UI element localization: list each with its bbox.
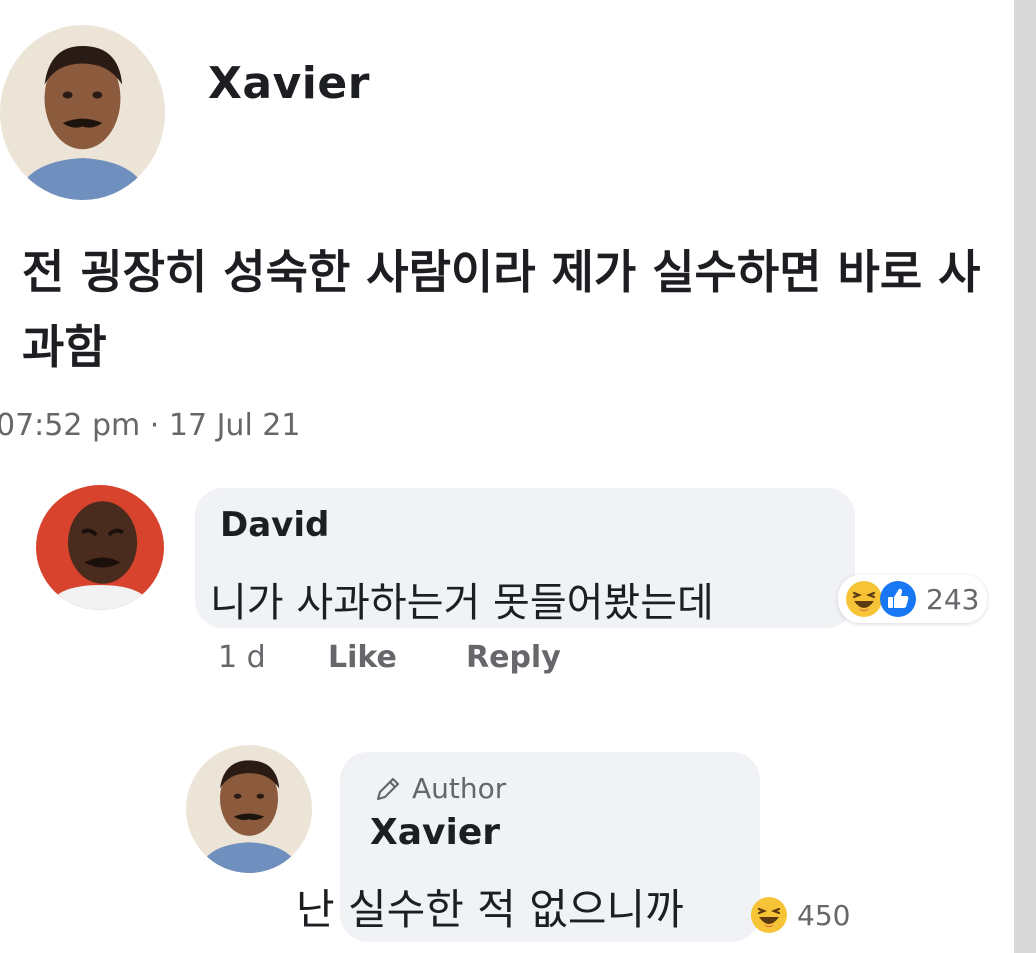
reply-author-avatar[interactable] [186, 745, 312, 873]
person-avatar-image [186, 745, 312, 873]
reply-reactions[interactable]: 450 [745, 893, 856, 937]
post-author-name[interactable]: Xavier [208, 58, 370, 109]
crying-face-avatar-image [36, 485, 164, 610]
post-body-text: 전 굉장히 성숙한 사람이라 제가 실수하면 바로 사과함 [22, 245, 981, 374]
like-icon [880, 581, 916, 617]
commenter-avatar[interactable] [36, 485, 164, 610]
person-avatar-image [0, 25, 165, 200]
like-button[interactable]: Like [328, 640, 466, 675]
comment-reactions[interactable]: 243 [838, 575, 988, 623]
post-timestamp: 07:52 pm · 17 Jul 21 [0, 408, 301, 443]
reply-reaction-count: 450 [797, 898, 851, 932]
reply-button[interactable]: Reply [466, 640, 561, 675]
comment-body-text: 니가 사과하는거 못들어봤는데 [210, 580, 714, 626]
comment-author-name[interactable]: David [220, 505, 329, 545]
author-badge: Author [372, 772, 506, 805]
reply-author-name[interactable]: Xavier [370, 812, 500, 853]
comment-action-bar: 1 d Like Reply [218, 640, 561, 675]
reply-body-text: 난 실수한 적 없으니까 [296, 885, 684, 934]
post-author-avatar[interactable] [0, 25, 165, 200]
pencil-icon [376, 777, 400, 800]
comment-time: 1 d [218, 640, 266, 675]
comment-reaction-count: 243 [926, 582, 980, 616]
scrollbar-track[interactable] [1014, 0, 1036, 953]
author-badge-label: Author [412, 772, 507, 805]
haha-icon [751, 897, 787, 933]
